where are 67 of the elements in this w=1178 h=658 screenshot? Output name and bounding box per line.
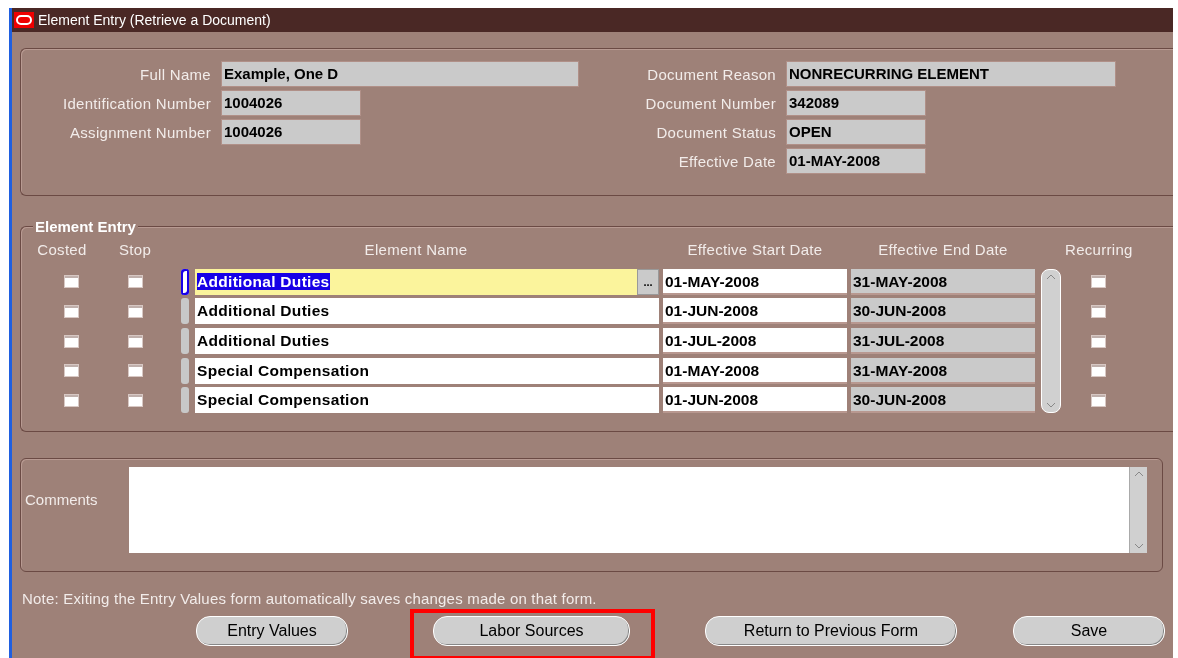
end-date-field[interactable]: 31-JUL-2008 <box>851 328 1035 355</box>
note-text: Note: Exiting the Entry Values form automatically saves changes made on that form. <box>22 590 598 607</box>
scroll-up-icon[interactable] <box>1133 471 1144 477</box>
column-header: Effective Start Date <box>686 240 824 260</box>
checkbox[interactable] <box>63 393 79 407</box>
element-name-field[interactable]: Additional Duties <box>195 268 637 295</box>
scroll-up-icon[interactable] <box>1046 273 1056 280</box>
checkbox[interactable] <box>1091 334 1106 348</box>
section-title: Element Entry <box>33 219 138 235</box>
read-only-field[interactable]: OPEN <box>786 119 926 145</box>
scrollbar[interactable] <box>1129 467 1147 553</box>
end-date-field[interactable]: 31-MAY-2008 <box>851 268 1035 295</box>
field-label: Full Name <box>138 65 211 83</box>
oracle-logo-icon <box>14 12 34 28</box>
checkbox[interactable] <box>1091 275 1106 289</box>
start-date-field[interactable]: 01-MAY-2008 <box>663 357 847 384</box>
field-label: Document Number <box>644 94 776 112</box>
column-header: Effective End Date <box>877 240 1009 260</box>
checkbox[interactable] <box>127 304 143 318</box>
checkbox[interactable] <box>127 275 143 289</box>
element-name-field[interactable]: Additional Duties <box>195 298 659 325</box>
start-date-field[interactable]: 01-JUN-2008 <box>663 387 847 414</box>
scroll-down-icon[interactable] <box>1046 402 1056 409</box>
read-only-field[interactable]: NONRECURRING ELEMENT <box>786 61 1116 87</box>
column-header: Stop <box>117 240 153 260</box>
read-only-field[interactable]: 1004026 <box>221 90 361 116</box>
end-date-field[interactable]: 31-MAY-2008 <box>851 357 1035 384</box>
checkbox[interactable] <box>1091 364 1106 378</box>
field-label: Identification Number <box>61 94 211 112</box>
field-label: Document Status <box>655 123 776 141</box>
window-title: Element Entry (Retrieve a Document) <box>38 12 271 28</box>
start-date-field[interactable]: 01-JUN-2008 <box>663 298 847 325</box>
read-only-field[interactable]: 342089 <box>786 90 926 116</box>
element-name-field[interactable]: Additional Duties <box>195 328 659 355</box>
checkbox[interactable] <box>63 304 79 318</box>
field-label: Comments <box>25 490 99 508</box>
checkbox[interactable] <box>63 275 79 289</box>
start-date-field[interactable]: 01-JUL-2008 <box>663 328 847 355</box>
action-button[interactable]: Save <box>1013 616 1165 646</box>
start-date-field[interactable]: 01-MAY-2008 <box>663 268 847 295</box>
end-date-field[interactable]: 30-JUN-2008 <box>851 298 1035 325</box>
field-label: Document Reason <box>646 65 776 83</box>
scroll-down-icon[interactable] <box>1133 543 1144 549</box>
action-button[interactable]: Labor Sources <box>433 616 630 646</box>
read-only-field[interactable]: 1004026 <box>221 119 361 145</box>
read-only-field[interactable]: Example, One D <box>221 61 579 87</box>
read-only-field[interactable]: 01-MAY-2008 <box>786 148 926 174</box>
list-of-values-button[interactable]: ... <box>637 268 659 295</box>
checkbox[interactable] <box>63 334 79 348</box>
checkbox[interactable] <box>1091 304 1106 318</box>
action-button[interactable]: Entry Values <box>196 616 348 646</box>
element-name-field[interactable]: Special Compensation <box>195 387 659 414</box>
checkbox[interactable] <box>1091 393 1106 407</box>
column-header: Element Name <box>363 240 469 260</box>
field-label: Assignment Number <box>69 123 211 141</box>
checkbox[interactable] <box>127 334 143 348</box>
checkbox[interactable] <box>127 364 143 378</box>
row-selector[interactable] <box>181 268 189 295</box>
end-date-field[interactable]: 30-JUN-2008 <box>851 387 1035 414</box>
column-header: Costed <box>36 240 88 260</box>
checkbox[interactable] <box>63 364 79 378</box>
action-button[interactable]: Return to Previous Form <box>705 616 957 646</box>
comments-field[interactable] <box>129 467 1129 553</box>
column-header: Recurring <box>1064 240 1133 260</box>
element-name-field[interactable]: Special Compensation <box>195 357 659 384</box>
checkbox[interactable] <box>127 393 143 407</box>
field-label: Effective Date <box>677 152 776 170</box>
